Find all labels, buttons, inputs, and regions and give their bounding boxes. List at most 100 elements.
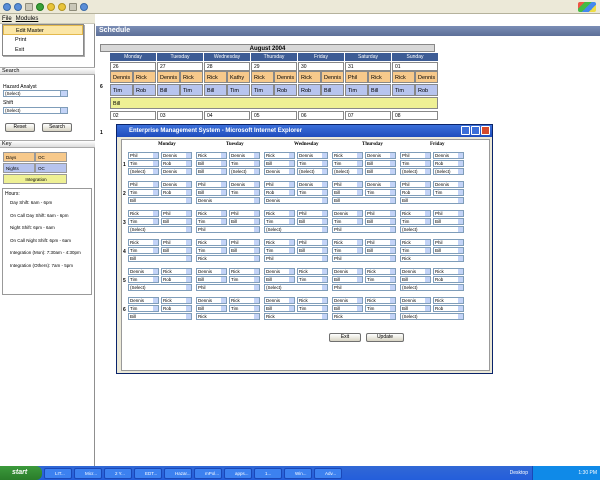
popup-select[interactable]: (Select)	[332, 168, 363, 175]
popup-select[interactable]: Tim	[365, 276, 396, 283]
popup-select[interactable]: Tim	[196, 247, 227, 254]
popup-select[interactable]: Bill	[400, 276, 431, 283]
taskbar-item[interactable]: LIT...	[44, 467, 72, 479]
popup-select[interactable]: Phil	[332, 226, 396, 233]
menu-item-exit[interactable]: Exit	[3, 45, 83, 55]
popup-select[interactable]: Tim	[229, 305, 260, 312]
popup-select[interactable]: Bill	[128, 313, 192, 320]
popup-select[interactable]: Rick	[332, 239, 363, 246]
popup-select[interactable]: Bill	[196, 160, 227, 167]
popup-select[interactable]: Phil	[128, 152, 159, 159]
reset-button[interactable]: Reset	[5, 123, 35, 132]
popup-select[interactable]: Tim	[400, 218, 431, 225]
popup-select[interactable]: Tim	[365, 305, 396, 312]
popup-select[interactable]: Dennis	[365, 181, 396, 188]
print-icon[interactable]	[69, 2, 77, 11]
popup-select[interactable]: Dennis	[128, 268, 159, 275]
taskbar-item[interactable]: Hazar...	[164, 467, 192, 479]
popup-select[interactable]: Rick	[297, 268, 328, 275]
favorites-icon[interactable]	[58, 2, 66, 11]
popup-select[interactable]: Tim	[332, 218, 363, 225]
popup-select[interactable]: (Select)	[400, 168, 431, 175]
start-button[interactable]: start	[0, 466, 42, 480]
popup-select[interactable]: Phil	[365, 210, 396, 217]
popup-select[interactable]: Rick	[264, 313, 328, 320]
popup-select[interactable]: Rob	[161, 305, 192, 312]
popup-select[interactable]: Phil	[332, 255, 396, 262]
popup-select[interactable]: Bill	[332, 305, 363, 312]
popup-select[interactable]: Dennis	[161, 168, 192, 175]
taskbar-item[interactable]: Win...	[284, 467, 312, 479]
popup-select[interactable]: Rob	[161, 276, 192, 283]
popup-select[interactable]: Rob	[400, 189, 431, 196]
popup-select[interactable]: Rob	[433, 305, 464, 312]
popup-select[interactable]: Phil	[161, 210, 192, 217]
popup-select[interactable]: Phil	[433, 210, 464, 217]
popup-select[interactable]: Bill	[433, 218, 464, 225]
popup-select[interactable]: Bill	[400, 305, 431, 312]
popup-select[interactable]: Bill	[196, 276, 227, 283]
popup-select[interactable]: Phil	[229, 210, 260, 217]
popup-select[interactable]: Phil	[196, 284, 260, 291]
popup-select[interactable]: Dennis	[229, 152, 260, 159]
popup-select[interactable]: (Select)	[128, 226, 192, 233]
popup-select[interactable]: Rick	[196, 239, 227, 246]
popup-select[interactable]: Rick	[297, 297, 328, 304]
popup-select[interactable]: Phil	[365, 239, 396, 246]
update-button[interactable]: Update	[366, 333, 404, 342]
popup-select[interactable]: Rob	[161, 160, 192, 167]
popup-select[interactable]: Bill	[365, 168, 396, 175]
popup-select[interactable]: (Select)	[297, 168, 328, 175]
popup-select[interactable]: Tim	[128, 276, 159, 283]
shift-select[interactable]: (Select)	[3, 107, 68, 114]
popup-select[interactable]: Tim	[128, 218, 159, 225]
popup-select[interactable]: Dennis	[128, 297, 159, 304]
search-button[interactable]: Search	[42, 123, 72, 132]
popup-select[interactable]: Dennis	[365, 152, 396, 159]
popup-select[interactable]: Tim	[264, 218, 295, 225]
maximize-icon[interactable]	[471, 126, 480, 135]
popup-select[interactable]: Phil	[332, 181, 363, 188]
popup-select[interactable]: Tim	[332, 247, 363, 254]
popup-select[interactable]: Tim	[400, 247, 431, 254]
taskbar-item[interactable]: apps...	[224, 467, 252, 479]
popup-select[interactable]: Tim	[297, 189, 328, 196]
popup-select[interactable]: Dennis	[400, 268, 431, 275]
popup-select[interactable]: Bill	[128, 197, 192, 204]
popup-select[interactable]: Phil	[128, 181, 159, 188]
exit-button[interactable]: Exit	[329, 333, 361, 342]
popup-select[interactable]: Dennis	[332, 210, 363, 217]
popup-select[interactable]: Rick	[229, 268, 260, 275]
popup-select[interactable]: Phil	[400, 152, 431, 159]
modules-menu[interactable]: Modules	[16, 16, 39, 22]
popup-select[interactable]: (Select)	[264, 284, 328, 291]
menu-item-edit-master[interactable]: Edit Master	[3, 25, 83, 35]
popup-select[interactable]: (Select)	[128, 168, 159, 175]
popup-select[interactable]: Bill	[400, 197, 464, 204]
popup-select[interactable]: Bill	[264, 160, 295, 167]
popup-select[interactable]: Tim	[332, 160, 363, 167]
popup-select[interactable]: Rob	[161, 189, 192, 196]
popup-select[interactable]: Rick	[400, 210, 431, 217]
popup-select[interactable]: Dennis	[264, 297, 295, 304]
forward-icon[interactable]	[14, 2, 22, 11]
popup-select[interactable]: Dennis	[264, 197, 328, 204]
popup-select[interactable]: Bill	[433, 247, 464, 254]
popup-select[interactable]: Dennis	[400, 297, 431, 304]
taskbar-item[interactable]: Micr...	[74, 467, 102, 479]
taskbar-item[interactable]: EDT...	[134, 467, 162, 479]
popup-select[interactable]: Rob	[264, 189, 295, 196]
taskbar-item[interactable]: 1...	[254, 467, 282, 479]
popup-select[interactable]: Dennis	[196, 197, 260, 204]
popup-select[interactable]: Tim	[128, 160, 159, 167]
popup-select[interactable]: Tim	[229, 160, 260, 167]
popup-select[interactable]: Tim	[297, 276, 328, 283]
popup-select[interactable]: Rick	[264, 210, 295, 217]
popup-select[interactable]: Rick	[196, 210, 227, 217]
popup-select[interactable]: Rick	[264, 239, 295, 246]
popup-select[interactable]: Rick	[264, 152, 295, 159]
popup-select[interactable]: Phil	[297, 210, 328, 217]
popup-select[interactable]: Rick	[400, 255, 464, 262]
popup-select[interactable]: Dennis	[264, 168, 295, 175]
popup-select[interactable]: (Select)	[400, 284, 464, 291]
